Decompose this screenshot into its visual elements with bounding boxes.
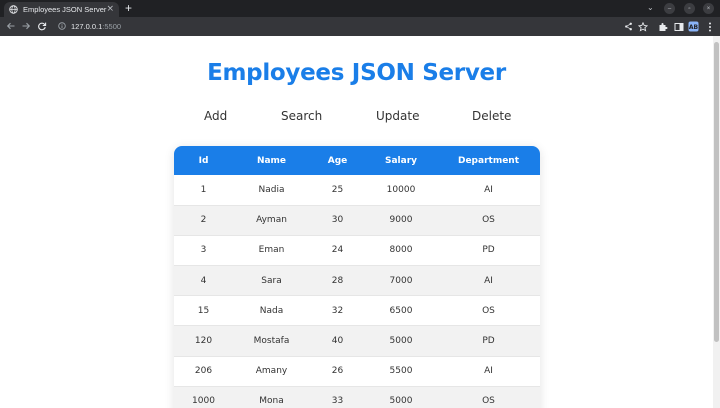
url-port: :5500 [102,22,122,31]
bookmark-star-icon[interactable] [637,21,648,32]
search-button[interactable]: Search [281,109,322,123]
cell-age: 40 [310,325,365,357]
tab-title: Employees JSON Server [23,5,107,14]
cell-age: 25 [310,175,365,206]
close-window-icon[interactable]: × [703,3,714,14]
cell-salary: 8000 [365,235,437,267]
cell-department: AI [437,175,540,206]
cell-name: Mona [233,386,310,408]
cell-name: Sara [233,265,310,297]
menu-kebab-icon[interactable] [704,21,715,32]
profile-avatar-icon[interactable]: AB [688,21,699,32]
globe-icon [9,5,18,14]
minimize-icon[interactable]: – [664,3,675,14]
cell-id: 1 [174,175,233,206]
tab-close-icon[interactable]: × [106,5,114,14]
table-row: 206 Amany 26 5500 AI [174,356,540,387]
forward-arrow-icon[interactable] [20,20,32,32]
cell-salary: 5500 [365,356,437,387]
cell-salary: 7000 [365,265,437,297]
cell-department: PD [437,325,540,357]
page-title: Employees JSON Server [207,60,506,86]
update-button[interactable]: Update [376,109,419,123]
cell-salary: 6500 [365,295,437,327]
column-header-age: Age [327,155,348,166]
table-row: 1000 Mona 33 5000 OS [174,386,540,408]
svg-text:AB: AB [689,24,699,31]
column-header-id: Id [198,155,209,166]
cell-name: Nadia [233,175,310,206]
extensions-puzzle-icon[interactable] [657,21,668,32]
cell-salary: 10000 [365,175,437,206]
cell-age: 30 [310,205,365,236]
cell-age: 26 [310,356,365,387]
cell-name: Eman [233,235,310,267]
employees-table-container: Id Name Age Salary Department 1 Nadia 25… [174,146,540,408]
back-arrow-icon[interactable] [5,20,17,32]
reload-icon[interactable] [36,20,48,32]
cell-department: AI [437,356,540,387]
table-row: 4 Sara 28 7000 AI [174,265,540,297]
delete-button[interactable]: Delete [472,109,511,123]
side-panel-icon[interactable] [673,21,684,32]
table-row: 1 Nadia 25 10000 AI [174,175,540,206]
new-tab-button[interactable]: + [125,1,132,15]
cell-name: Ayman [233,205,310,236]
tab-search-chevron-icon[interactable]: ⌄ [647,3,654,13]
share-icon[interactable] [623,21,634,32]
cell-salary: 5000 [365,325,437,357]
browser-tab-strip: Employees JSON Server × + ⌄ – ▫ × [0,0,720,17]
add-button[interactable]: Add [204,109,227,123]
cell-age: 28 [310,265,365,297]
cell-id: 1000 [174,386,233,408]
cell-salary: 9000 [365,205,437,236]
employees-table: Id Name Age Salary Department 1 Nadia 25… [174,146,540,408]
cell-id: 4 [174,265,233,297]
column-header-name: Name [256,155,287,166]
cell-department: OS [437,386,540,408]
scrollbar-thumb[interactable] [714,42,719,342]
table-header-row: Id Name Age Salary Department [174,146,540,175]
table-row: 3 Eman 24 8000 PD [174,235,540,267]
browser-tab[interactable]: Employees JSON Server × [4,2,119,17]
cell-name: Amany [233,356,310,387]
address-bar[interactable]: 127.0.0.1:5500 [58,20,121,33]
action-bar: Add Search Update Delete [0,109,713,125]
page-viewport: Employees JSON Server Add Search Update … [0,36,720,408]
cell-department: OS [437,295,540,327]
cell-age: 33 [310,386,365,408]
cell-salary: 5000 [365,386,437,408]
cell-id: 3 [174,235,233,267]
cell-id: 206 [174,356,233,387]
cell-department: AI [437,265,540,297]
vertical-scrollbar[interactable] [713,36,720,408]
cell-department: OS [437,205,540,236]
cell-id: 15 [174,295,233,327]
cell-id: 2 [174,205,233,236]
site-info-icon[interactable] [58,21,66,32]
table-row: 15 Nada 32 6500 OS [174,295,540,327]
url-host: 127.0.0.1 [71,22,103,31]
cell-name: Mostafa [233,325,310,357]
table-row: 2 Ayman 30 9000 OS [174,205,540,236]
column-header-department: Department [457,155,520,166]
cell-name: Nada [233,295,310,327]
cell-department: PD [437,235,540,267]
cell-age: 24 [310,235,365,267]
browser-toolbar: 127.0.0.1:5500 AB [0,17,720,36]
cell-age: 32 [310,295,365,327]
cell-id: 120 [174,325,233,357]
table-row: 120 Mostafa 40 5000 PD [174,325,540,357]
restore-icon[interactable]: ▫ [684,3,695,14]
column-header-salary: Salary [384,155,418,166]
